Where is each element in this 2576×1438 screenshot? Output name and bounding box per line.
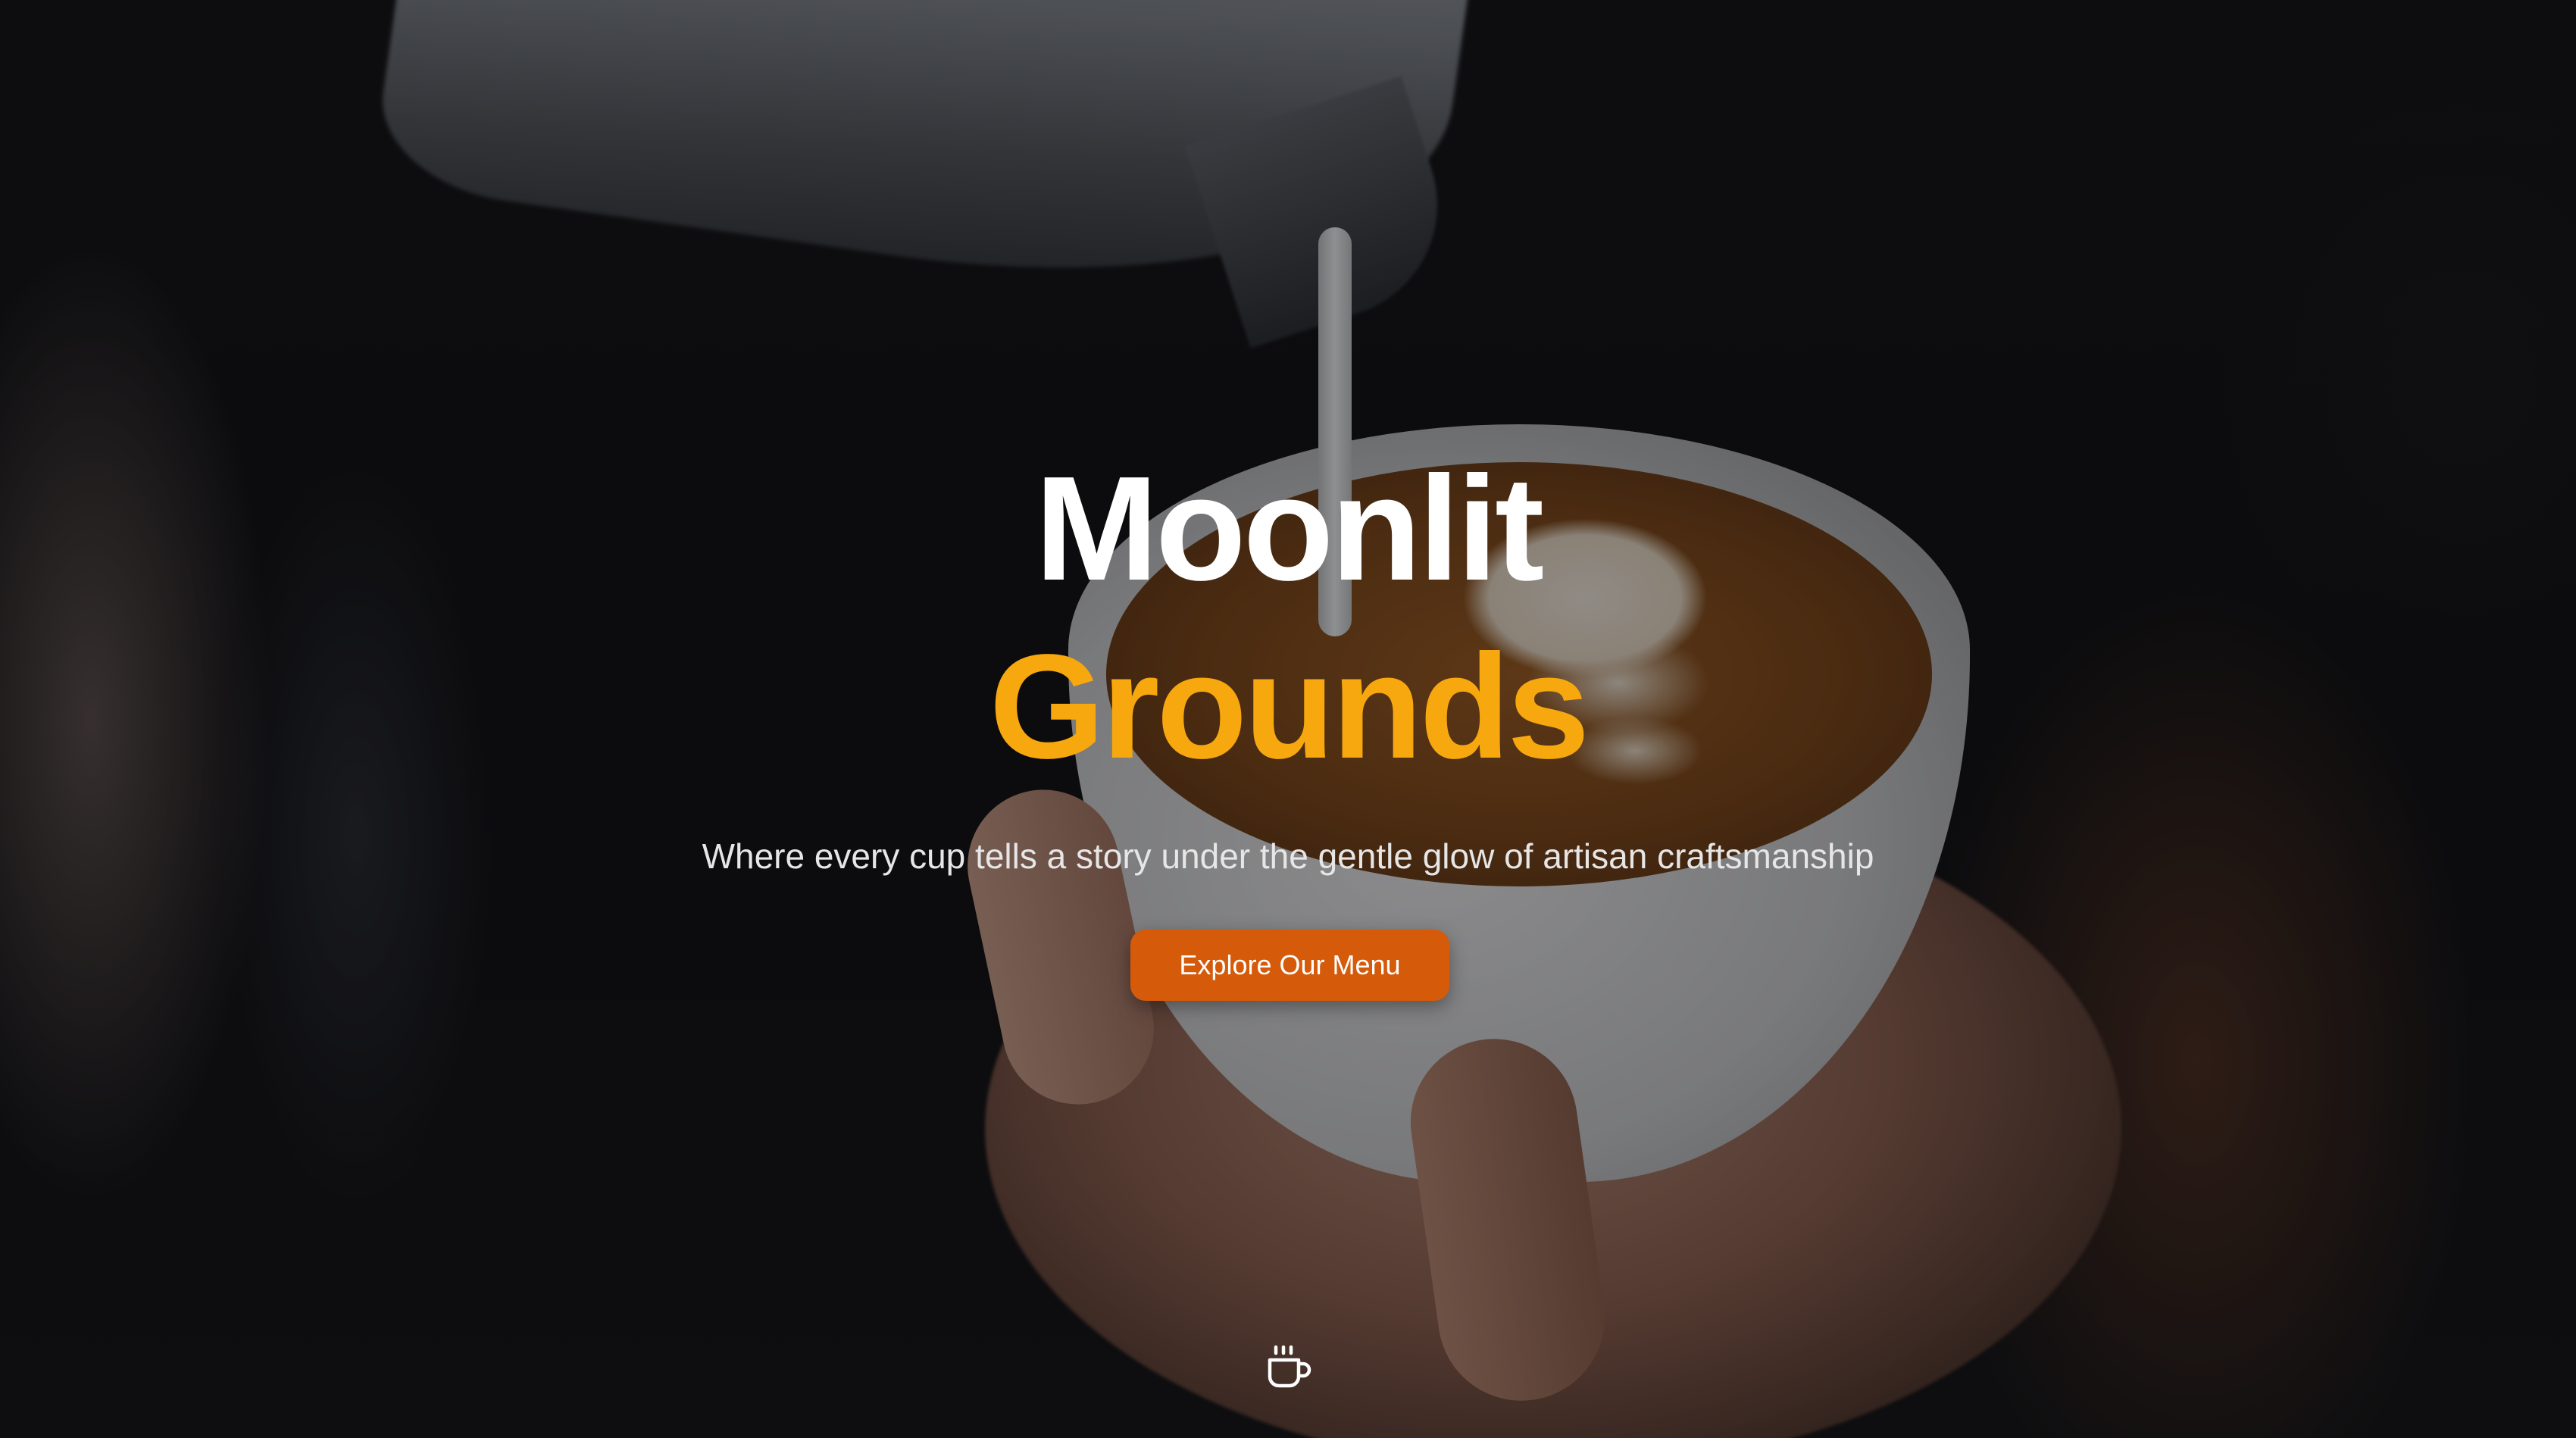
explore-menu-button[interactable]: Explore Our Menu (1130, 930, 1449, 1001)
hero-tagline: Where every cup tells a story under the … (702, 836, 1874, 876)
hero-content: Moonlit Grounds Where every cup tells a … (0, 0, 2576, 1438)
title-line-moonlit: Moonlit (1034, 445, 1545, 611)
coffee-cup-icon[interactable] (1265, 1345, 1312, 1390)
hero-section: Moonlit Grounds Where every cup tells a … (0, 0, 2576, 1438)
title-line-grounds: Grounds (989, 624, 1590, 789)
hero-title: Moonlit Grounds (0, 439, 2576, 796)
